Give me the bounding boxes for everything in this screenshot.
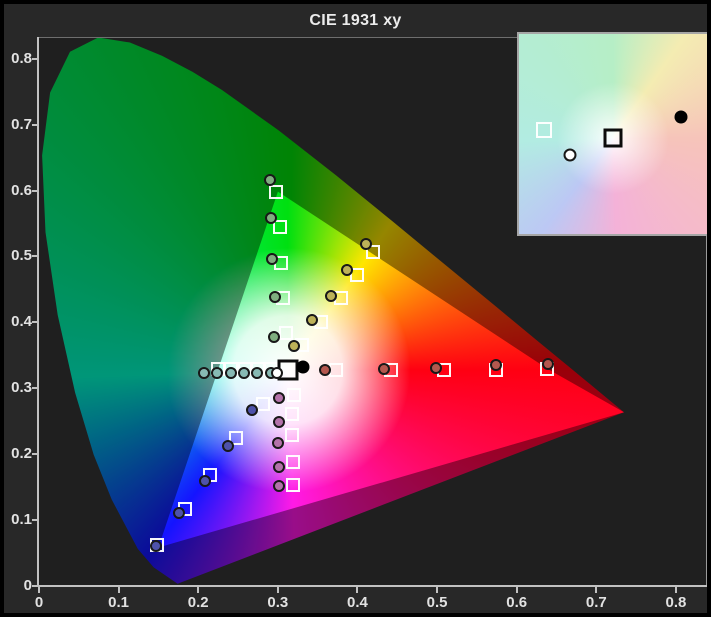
- measured-circle-magenta-sweep: [272, 416, 285, 429]
- x-tick-label-0.1: 0.1: [108, 594, 130, 611]
- target-square-red-sweep: [328, 363, 343, 378]
- measured-circle-yellow-sweep: [287, 339, 300, 352]
- measured-circle-blue-sweep: [199, 474, 212, 487]
- x-tick-0.5: [436, 587, 439, 593]
- x-tick-label-0.7: 0.7: [585, 594, 607, 611]
- y-tick-0.3: [32, 387, 38, 390]
- x-tick-label-0.5: 0.5: [426, 594, 448, 611]
- measured-circle-red-sweep: [377, 362, 390, 375]
- inset-white-square: [536, 121, 553, 138]
- measured-circle-red-sweep: [541, 357, 554, 370]
- measured-circle-magenta-sweep: [272, 461, 285, 474]
- x-tick-label-0.3: 0.3: [267, 594, 289, 611]
- x-tick-label-0.4: 0.4: [347, 594, 368, 611]
- white-point-zoom-inset[interactable]: [517, 32, 707, 236]
- x-tick-label-0: 0: [34, 594, 44, 611]
- measured-circle-cyan-sweep: [251, 366, 264, 379]
- measured-circle-green-sweep: [266, 252, 279, 265]
- target-square-magenta-sweep: [285, 454, 300, 469]
- near-white-measured-circle: [271, 366, 284, 379]
- x-tick-0.2: [197, 587, 200, 593]
- x-tick-label-0.2: 0.2: [187, 594, 209, 611]
- y-tick-label-0.5: 0.5: [11, 247, 32, 265]
- measured-circle-yellow-sweep: [306, 314, 319, 327]
- measured-circle-green-sweep: [268, 291, 281, 303]
- y-tick-label-0: 0: [23, 577, 32, 594]
- y-tick-0.4: [32, 321, 38, 324]
- y-tick-0.8: [32, 57, 38, 60]
- y-tick-0.5: [32, 255, 38, 258]
- target-square-green-sweep: [278, 325, 293, 340]
- measured-circle-green-sweep: [267, 331, 280, 344]
- y-axis-line: [37, 37, 39, 587]
- measured-circle-red-sweep: [430, 362, 443, 375]
- measured-circle-cyan-sweep: [211, 366, 224, 379]
- measured-circle-cyan-sweep: [224, 366, 237, 379]
- measured-circle-yellow-sweep: [325, 289, 338, 302]
- measured-circle-magenta-sweep: [272, 480, 285, 493]
- target-square-green-sweep: [273, 220, 288, 235]
- inset-white-circle: [563, 148, 577, 162]
- x-tick-label-0.6: 0.6: [506, 594, 528, 611]
- x-tick-0.7: [595, 587, 598, 593]
- x-tick-0.8: [674, 587, 677, 593]
- y-tick-0.1: [32, 519, 38, 522]
- measured-circle-blue-sweep: [173, 507, 186, 520]
- measured-circle-yellow-sweep: [341, 263, 354, 276]
- inset-measured-dot: [674, 110, 687, 124]
- measured-circle-cyan-sweep: [197, 366, 210, 379]
- x-tick-0.3: [276, 587, 279, 593]
- measured-circle-yellow-sweep: [360, 237, 373, 250]
- y-tick-0.2: [32, 453, 38, 456]
- measured-circle-magenta-sweep: [272, 391, 285, 404]
- x-tick-0.1: [117, 587, 120, 593]
- y-tick-label-0.4: 0.4: [11, 313, 32, 331]
- y-tick-label-0.7: 0.7: [11, 115, 32, 133]
- y-tick-0: [32, 585, 38, 587]
- target-square-magenta-sweep: [285, 427, 300, 442]
- x-tick-0.6: [515, 587, 518, 593]
- target-square-magenta-sweep: [286, 388, 301, 403]
- cie-chart-window: CIE 1931 xy 0 0.1 0.2 0.3 0.4 0.5 0.6 0.7 0.8 0 0.…: [0, 0, 711, 617]
- target-square-magenta-sweep: [285, 477, 300, 492]
- y-tick-label-0.8: 0.8: [11, 49, 32, 67]
- x-tick-0: [38, 587, 40, 593]
- measured-circle-red-sweep: [490, 358, 502, 371]
- measured-circle-magenta-sweep: [271, 436, 284, 449]
- y-tick-label-0.6: 0.6: [11, 181, 32, 199]
- measured-circle-blue-sweep: [150, 540, 163, 553]
- measured-circle-blue-sweep: [221, 439, 234, 452]
- target-square-green-sweep: [269, 184, 284, 199]
- measured-circle-cyan-sweep: [238, 366, 251, 379]
- white-point-measured-dot: [296, 360, 310, 374]
- y-tick-0.6: [32, 189, 38, 192]
- measured-circle-green-sweep: [264, 211, 277, 224]
- y-tick-label-0.3: 0.3: [11, 379, 32, 397]
- x-tick-label-0.8: 0.8: [665, 594, 687, 611]
- y-tick-label-0.2: 0.2: [11, 445, 32, 463]
- x-axis-line: [37, 585, 707, 587]
- y-tick-label-0.1: 0.1: [11, 511, 32, 529]
- x-tick-0.4: [356, 587, 359, 593]
- measured-circle-green-sweep: [263, 173, 276, 186]
- y-tick-0.7: [32, 123, 38, 126]
- inset-target-square: [603, 128, 623, 148]
- measured-circle-red-sweep: [318, 364, 331, 377]
- measured-circle-blue-sweep: [246, 403, 259, 416]
- target-square-magenta-sweep: [285, 406, 300, 421]
